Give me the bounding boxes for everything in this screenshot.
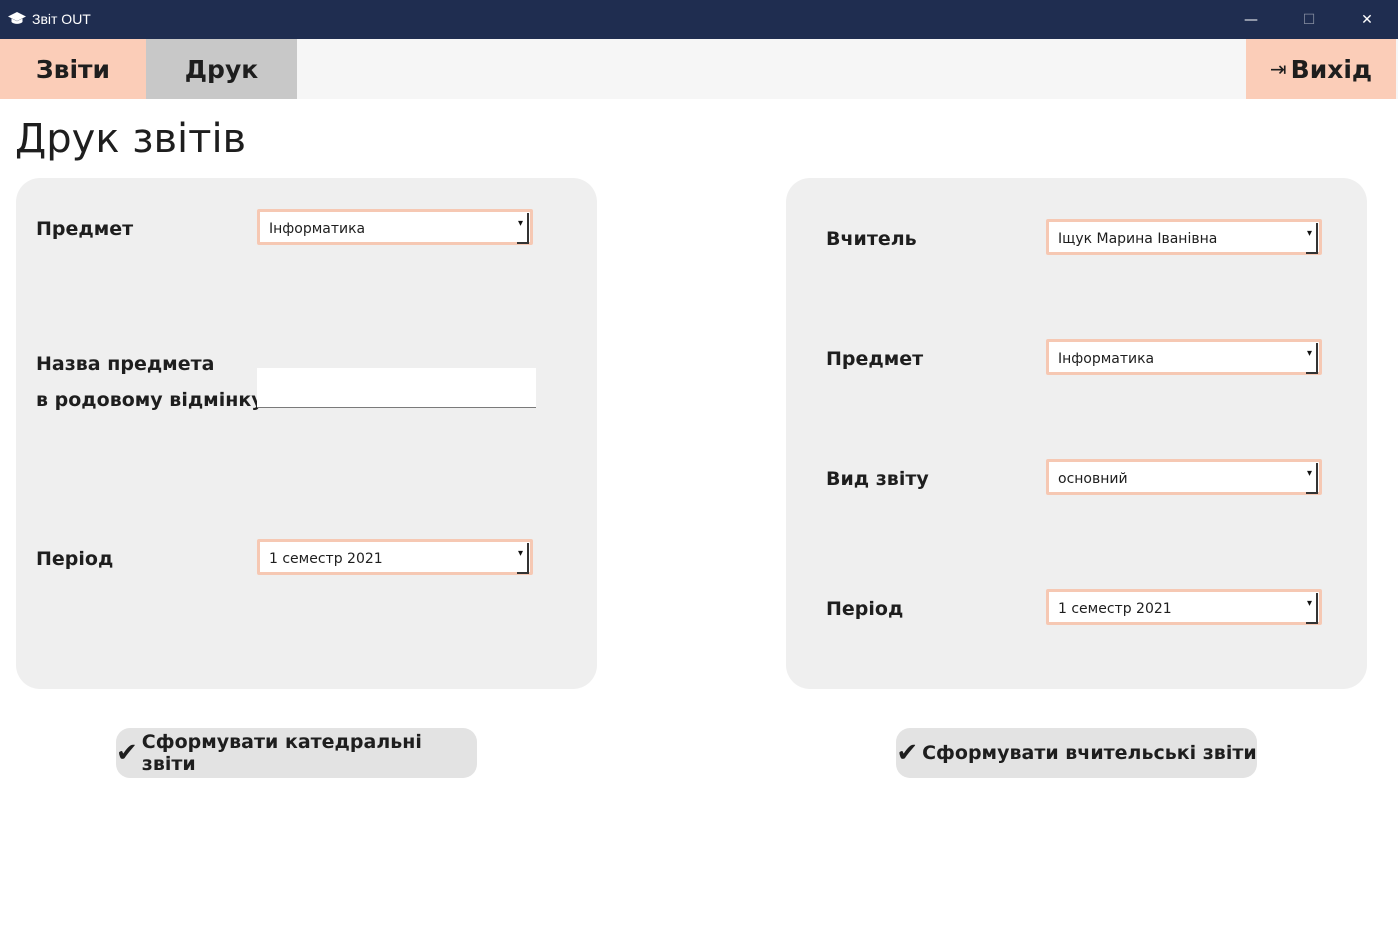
report-type-select-value: основний xyxy=(1058,471,1128,487)
chevron-down-icon xyxy=(1306,223,1318,254)
subject-select-value: Інформатика xyxy=(269,221,366,237)
page-title: Друк звітів xyxy=(15,116,247,162)
teacher-select-value: Іщук Марина Іванівна xyxy=(1058,231,1218,247)
subject-select[interactable]: Інформатика xyxy=(1046,339,1322,375)
checkmark-icon: ✔ xyxy=(116,738,138,768)
generate-department-reports-button[interactable]: ✔ Сформувати катедральні звіти xyxy=(116,728,477,778)
tab-reports-label: Звіти xyxy=(35,54,111,84)
genitive-label-line2: в родовому відмінку xyxy=(36,389,264,411)
exit-label: Вихід xyxy=(1290,54,1373,84)
report-type-label: Вид звіту xyxy=(826,468,929,490)
generate-teacher-reports-button[interactable]: ✔ Сформувати вчительські звіти xyxy=(896,728,1257,778)
period-select-value: 1 семестр 2021 xyxy=(1058,601,1172,617)
maximize-icon: ☐ xyxy=(1302,11,1316,28)
chevron-down-icon xyxy=(1306,343,1318,374)
checkmark-icon: ✔ xyxy=(896,738,919,768)
period-select[interactable]: 1 семестр 2021 xyxy=(257,539,533,575)
chevron-down-icon xyxy=(517,543,529,574)
chevron-down-icon xyxy=(1306,593,1318,624)
close-button[interactable]: ✕ xyxy=(1338,0,1396,39)
teacher-select[interactable]: Іщук Марина Іванівна xyxy=(1046,219,1322,255)
tab-reports[interactable]: Звіти xyxy=(0,39,146,99)
genitive-label-line1: Назва предмета xyxy=(36,353,215,375)
subject-select[interactable]: Інформатика xyxy=(257,209,533,245)
teacher-label: Вчитель xyxy=(826,228,917,250)
window-title: Звіт OUT xyxy=(32,11,91,27)
minimize-icon: — xyxy=(1244,11,1258,28)
subject-select-value: Інформатика xyxy=(1058,351,1155,367)
minimize-button[interactable]: — xyxy=(1222,0,1280,39)
chevron-down-icon xyxy=(1306,463,1318,494)
generate-teacher-reports-label: Сформувати вчительські звіти xyxy=(922,742,1257,764)
period-select-value: 1 семестр 2021 xyxy=(269,551,383,567)
period-label: Період xyxy=(826,598,904,620)
genitive-name-input[interactable] xyxy=(257,368,536,408)
period-label: Період xyxy=(36,548,114,570)
department-reports-panel: Предмет Інформатика Назва предмета в род… xyxy=(16,178,597,689)
subject-label: Предмет xyxy=(36,218,134,240)
teacher-reports-panel: Вчитель Іщук Марина Іванівна Предмет Інф… xyxy=(786,178,1367,689)
exit-button[interactable]: ⇥ Вихід xyxy=(1246,39,1396,99)
generate-department-reports-label: Сформувати катедральні звіти xyxy=(141,731,422,775)
tab-print[interactable]: Друк xyxy=(146,39,297,99)
tab-print-label: Друк xyxy=(184,54,259,84)
title-bar: Звіт OUT — ☐ ✕ xyxy=(0,0,1398,39)
exit-icon: ⇥ xyxy=(1269,57,1287,81)
close-icon: ✕ xyxy=(1361,11,1373,28)
report-type-select[interactable]: основний xyxy=(1046,459,1322,495)
subject-label: Предмет xyxy=(826,348,924,370)
graduation-cap-icon xyxy=(8,12,26,24)
period-select[interactable]: 1 семестр 2021 xyxy=(1046,589,1322,625)
chevron-down-icon xyxy=(517,213,529,244)
nav-bar: Звіти Друк ⇥ Вихід xyxy=(0,39,1398,99)
maximize-button[interactable]: ☐ xyxy=(1280,0,1338,39)
